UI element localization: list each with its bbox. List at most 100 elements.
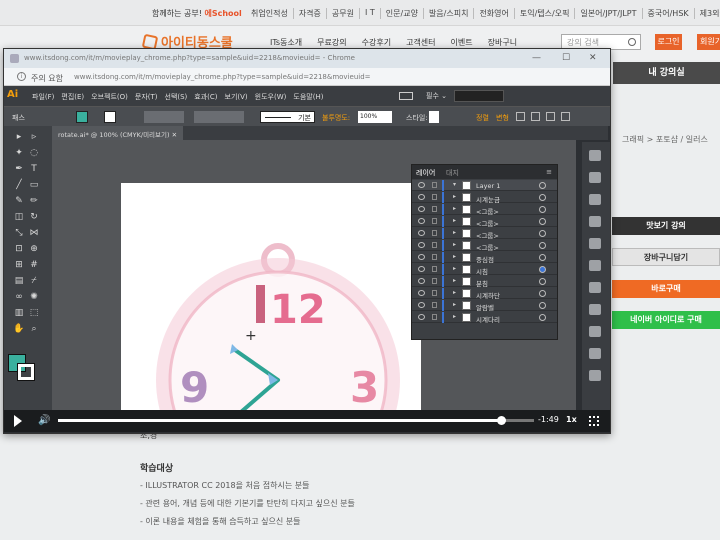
pen-tool-icon[interactable]: ✒ <box>13 164 25 175</box>
layer-row[interactable]: ▸ 분침 <box>412 276 557 288</box>
layer-row[interactable]: ▸ <그룹> <box>412 240 557 252</box>
magic-wand-icon[interactable]: ✦ <box>13 148 25 159</box>
menu-item[interactable]: 파일(F) <box>32 92 54 102</box>
layer-name[interactable]: <그룹> <box>476 242 499 252</box>
login-button[interactable]: 로그인 <box>655 34 682 50</box>
progress-handle[interactable] <box>496 416 506 425</box>
fullscreen-icon[interactable] <box>589 416 599 426</box>
layer-name[interactable]: 중심점 <box>476 254 494 264</box>
layer-name[interactable]: 시침 <box>476 266 488 276</box>
expand-arrow-icon[interactable]: ▸ <box>453 253 456 260</box>
layer-name[interactable]: 시계하단 <box>476 290 500 300</box>
play-icon[interactable] <box>14 415 22 427</box>
top-link[interactable]: I T <box>359 8 380 19</box>
layer-row[interactable]: ▸ 알람벨 <box>412 300 557 312</box>
top-link[interactable]: 토익/텝스/오픽 <box>513 8 575 19</box>
layer-target-icon[interactable] <box>539 194 546 201</box>
menu-item[interactable]: 도움말(H) <box>293 92 323 102</box>
zoom-tool-icon[interactable]: ⌕ <box>28 324 40 335</box>
top-link[interactable]: 공무원 <box>325 8 359 19</box>
visibility-icon[interactable] <box>418 218 425 224</box>
lock-icon[interactable] <box>432 218 437 224</box>
visibility-icon[interactable] <box>418 290 425 296</box>
expand-arrow-icon[interactable]: ▸ <box>453 301 456 308</box>
toolbox-stroke-swatch[interactable] <box>17 363 35 381</box>
expand-arrow-icon[interactable]: ▸ <box>453 205 456 212</box>
add-to-cart-button[interactable]: 장바구니담기 <box>612 248 720 266</box>
layer-target-icon[interactable] <box>539 230 546 237</box>
expand-arrow-icon[interactable]: ▸ <box>453 193 456 200</box>
expand-arrow-icon[interactable]: ▸ <box>453 265 456 272</box>
layer-target-icon[interactable] <box>539 302 546 309</box>
align-center-icon[interactable] <box>531 112 540 121</box>
top-link[interactable]: 일본어/JPT/JLPT <box>574 8 641 19</box>
visibility-icon[interactable] <box>418 302 425 308</box>
layer-row[interactable]: ▾ Layer 1 <box>412 180 557 191</box>
brushes-icon[interactable] <box>589 238 601 249</box>
progress-bar[interactable] <box>58 416 534 425</box>
visibility-icon[interactable] <box>418 242 425 248</box>
lock-icon[interactable] <box>432 266 437 272</box>
layer-name[interactable]: <그룹> <box>476 230 499 240</box>
visibility-icon[interactable] <box>418 182 425 188</box>
visibility-icon[interactable] <box>418 314 425 320</box>
selection-tool-icon[interactable]: ▸ <box>13 132 25 143</box>
lock-icon[interactable] <box>432 230 437 236</box>
stroke-icon[interactable] <box>589 282 601 293</box>
buy-now-button[interactable]: 바로구매 <box>612 280 720 298</box>
artboard-tool-icon[interactable]: ⬚ <box>28 308 40 319</box>
top-link[interactable]: 발음/스피치 <box>422 8 474 19</box>
menu-item[interactable]: 효과(C) <box>194 92 217 102</box>
graph-tool-icon[interactable]: ▥ <box>13 308 25 319</box>
expand-arrow-icon[interactable]: ▸ <box>453 229 456 236</box>
blend-tool-icon[interactable]: ∞ <box>13 292 25 303</box>
layer-name[interactable]: <그룹> <box>476 218 499 228</box>
nav-item[interactable]: 고객센터 <box>406 37 435 48</box>
layer-name[interactable]: 알람벨 <box>476 302 494 312</box>
perspective-grid-icon[interactable]: ⊞ <box>13 260 25 271</box>
menu-item[interactable]: 오브젝트(O) <box>91 92 128 102</box>
eyedropper-tool-icon[interactable]: ⌿ <box>28 276 40 287</box>
lock-icon[interactable] <box>432 182 437 188</box>
brush-definition-dropdown[interactable]: 기본 <box>260 111 315 123</box>
visibility-icon[interactable] <box>418 254 425 260</box>
lock-icon[interactable] <box>432 206 437 212</box>
expand-arrow-icon[interactable]: ▸ <box>453 289 456 296</box>
graphic-styles-icon[interactable] <box>589 370 601 381</box>
layer-row[interactable]: ▸ <그룹> <box>412 204 557 216</box>
layer-target-icon[interactable] <box>539 254 546 261</box>
nav-item[interactable]: 수강후기 <box>362 37 391 48</box>
expand-arrow-icon[interactable]: ▸ <box>453 277 456 284</box>
properties-icon[interactable] <box>589 150 601 161</box>
hand-tool-icon[interactable]: ✋ <box>13 324 25 335</box>
maximize-icon[interactable]: ☐ <box>562 53 570 63</box>
popup-titlebar[interactable]: www.itsdong.com/it/m/movieplay_chrome.ph… <box>4 49 610 68</box>
naver-buy-button[interactable]: 네이버 아이디로 구매 <box>612 311 720 329</box>
distribute-icon[interactable] <box>561 112 570 121</box>
tab-layers[interactable]: 레이어 <box>416 168 435 178</box>
layer-name[interactable]: 분침 <box>476 278 488 288</box>
top-link[interactable]: 제3외국 <box>693 8 720 19</box>
color-icon[interactable] <box>589 194 601 205</box>
align-link[interactable]: 정렬 <box>476 113 489 123</box>
libraries-icon[interactable] <box>589 172 601 183</box>
layer-target-icon[interactable] <box>539 314 546 321</box>
nav-item[interactable]: 장바구니 <box>488 37 517 48</box>
transparency-icon[interactable] <box>589 326 601 337</box>
swatches-icon[interactable] <box>589 216 601 227</box>
fill-color-swatch[interactable] <box>76 111 88 123</box>
shape-builder-icon[interactable]: ⊕ <box>28 244 40 255</box>
align-right-icon[interactable] <box>546 112 555 121</box>
expand-arrow-icon[interactable]: ▾ <box>453 181 456 188</box>
gradient-tool-icon[interactable]: ▤ <box>13 276 25 287</box>
gradient-icon[interactable] <box>589 304 601 315</box>
opacity-input[interactable]: 100% <box>358 111 392 123</box>
paintbrush-tool-icon[interactable]: ✎ <box>13 196 25 207</box>
lock-icon[interactable] <box>432 302 437 308</box>
variable-width-dropdown[interactable] <box>194 111 244 123</box>
width-tool-icon[interactable]: ⋈ <box>28 228 40 239</box>
visibility-icon[interactable] <box>418 278 425 284</box>
layer-target-icon[interactable] <box>539 290 546 297</box>
lock-icon[interactable] <box>432 242 437 248</box>
layer-name[interactable]: 시계다리 <box>476 314 500 324</box>
